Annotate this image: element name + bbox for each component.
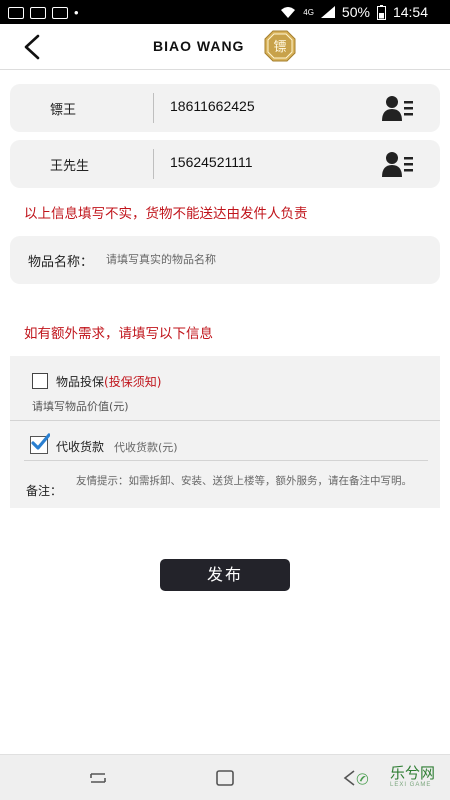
home-icon[interactable] [215,769,235,787]
recent-apps-icon[interactable] [88,769,108,787]
sender-card[interactable]: 镖王 18611662425 [10,84,440,132]
mail-icon [52,6,68,19]
wifi-icon [281,7,296,18]
watermark-logo [356,773,369,785]
info-warning: 以上信息填写不实，货物不能送达由发件人负责 [24,206,308,222]
contact-phone: 15624521111 [170,154,253,170]
brand-logo: 镖 [264,30,296,62]
contact-name: 镖王 [50,103,77,118]
screenshot-icon [30,6,46,19]
gallery-icon [8,6,24,19]
page-title: BIAO WANG [153,38,245,54]
check-icon [31,433,50,450]
cod-label: 代收货款 [56,440,105,454]
divider [24,460,428,461]
insurance-text: 物品投保 [56,375,105,389]
insurance-label: 物品投保(投保须知) [56,373,161,390]
publish-button[interactable]: 发布 [160,559,290,591]
receiver-card[interactable]: 王先生 15624521111 [10,140,440,188]
nav-bar: BIAO WANG 镖 [0,24,450,70]
item-name-card: 物品名称： 请填写真实的物品名称 [10,236,440,284]
watermark-subtext: LEXI GAME [390,782,432,788]
dot-icon: • [74,5,79,20]
battery-percent: 50% [341,4,370,20]
watermark-text: 乐兮网 [390,764,436,782]
divider [10,420,440,421]
item-value-input[interactable]: 请填写物品价值(元) [32,398,129,414]
contact-book-icon[interactable] [382,150,414,178]
divider [153,149,154,179]
remark-label: 备注： [26,484,63,498]
contact-phone: 18611662425 [170,98,255,114]
clock: 14:54 [392,4,428,20]
extra-options-panel: 物品投保(投保须知) 请填写物品价值(元) 代收货款 代收货款(元) 备注： 友… [10,356,440,508]
network-type: 4G [303,7,314,17]
item-name-input[interactable]: 请填写真实的物品名称 [106,251,406,267]
battery-icon [376,4,386,20]
cod-amount-input[interactable]: 代收货款(元) [114,439,178,455]
contact-book-icon[interactable] [382,94,414,122]
signal-icon [320,6,335,18]
logo-char: 镖 [273,39,286,55]
divider [153,93,154,123]
back-arrow-icon[interactable] [18,32,48,62]
insurance-checkbox[interactable] [32,373,48,389]
status-bar: • 4G 50% 14:54 [0,0,450,24]
contact-name: 王先生 [50,159,90,174]
remark-input[interactable]: 友情提示：如需拆卸、安装、送货上楼等，额外服务，请在备注中写明。 [76,474,434,488]
item-name-label: 物品名称： [28,255,94,270]
cod-checkbox[interactable] [30,433,50,454]
extra-title: 如有额外需求，请填写以下信息 [24,326,213,342]
insurance-notice-link[interactable]: (投保须知) [104,375,161,389]
